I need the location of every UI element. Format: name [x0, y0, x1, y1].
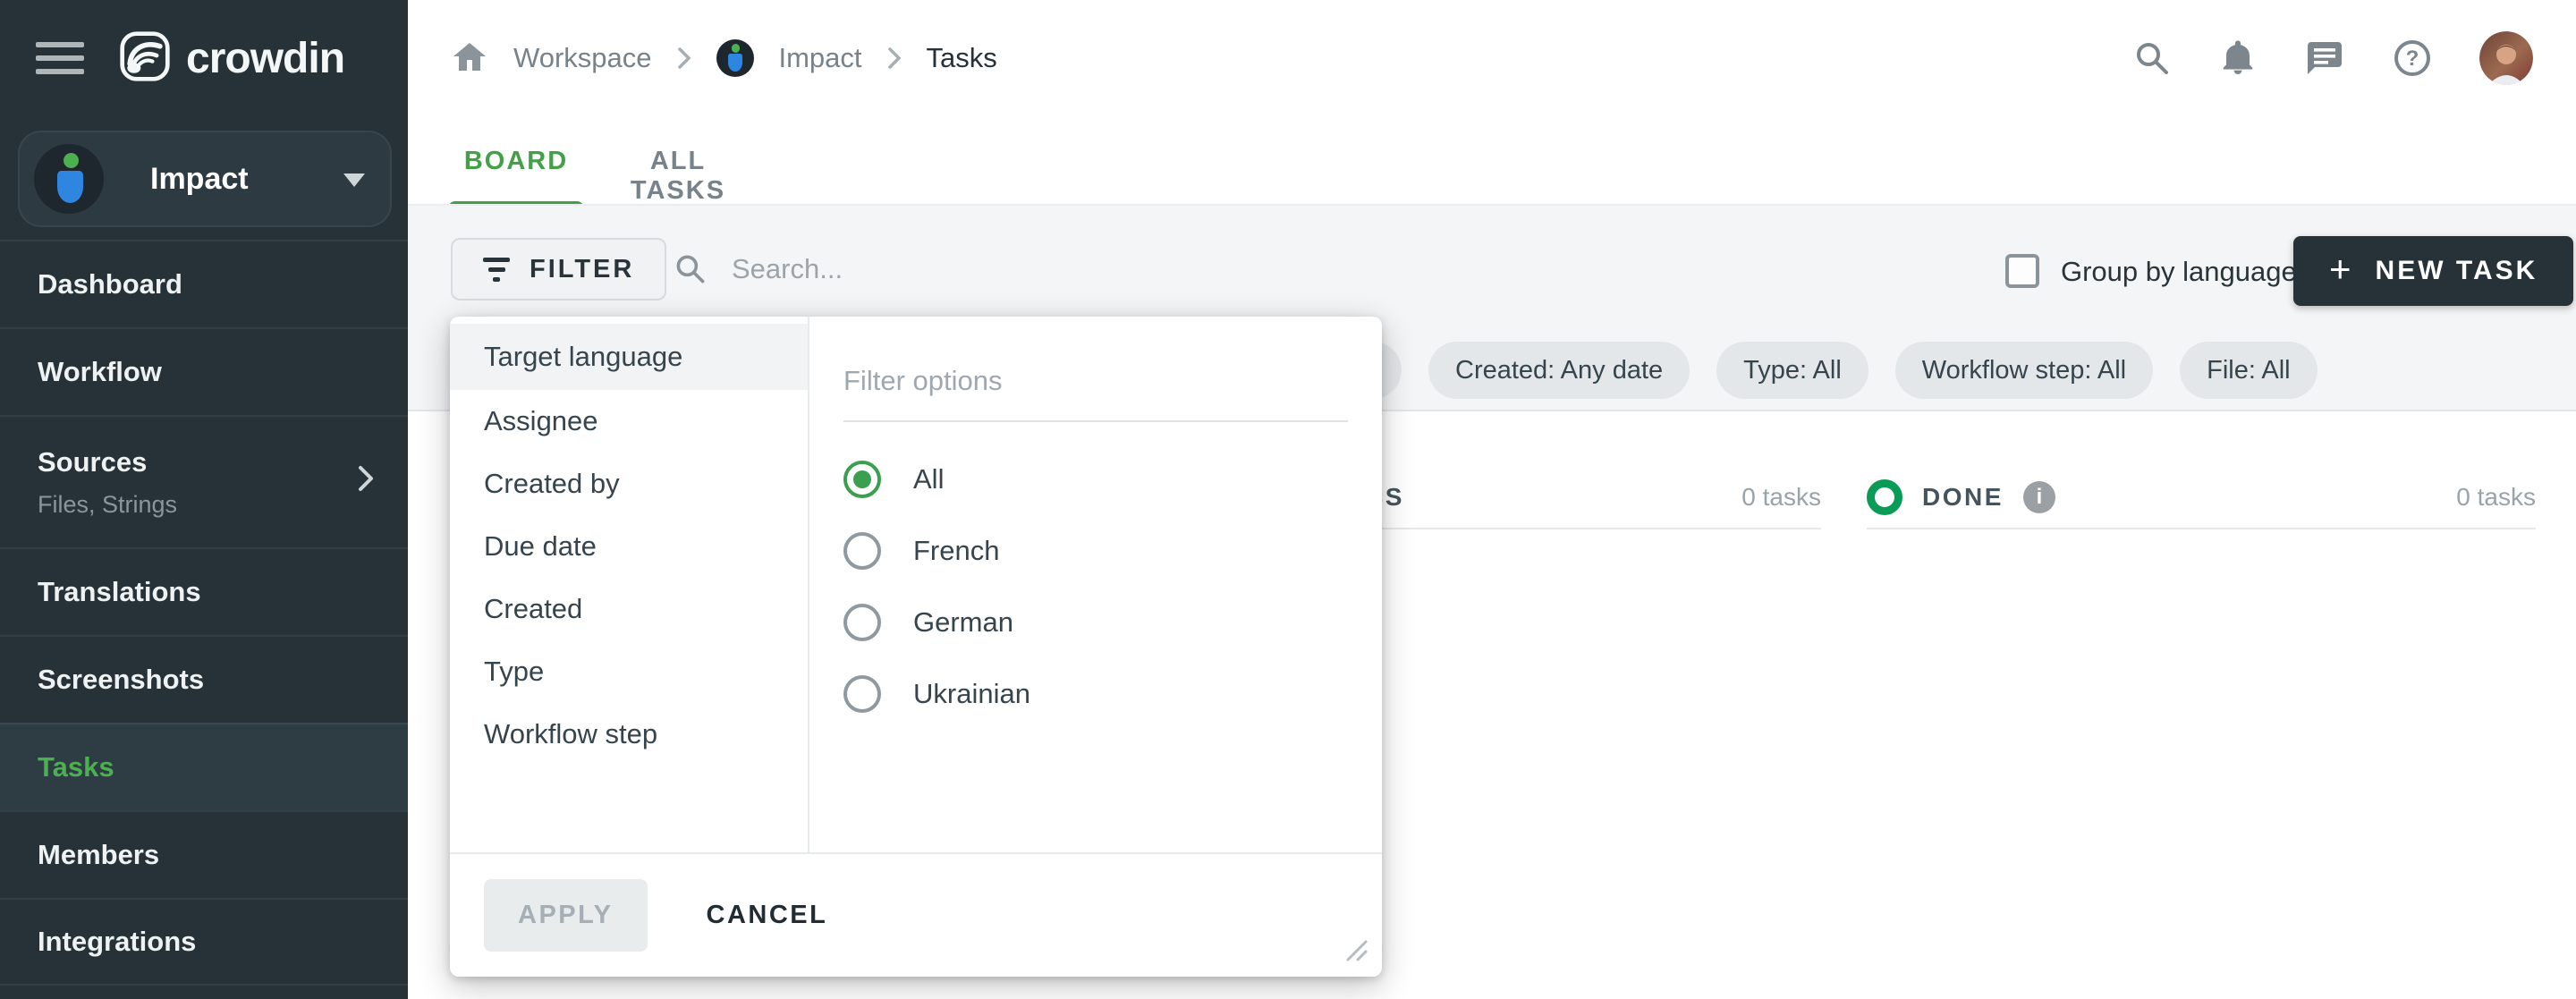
messages-chat-icon[interactable]	[2304, 38, 2345, 79]
topbar: Workspace Impact Tasks ?	[408, 0, 2576, 116]
apply-button[interactable]: APPLY	[484, 879, 648, 952]
filter-category-target-language[interactable]: Target language	[450, 324, 808, 390]
project-switcher[interactable]: Impact	[18, 131, 392, 227]
option-ukrainian[interactable]: Ukrainian	[843, 658, 1348, 730]
filter-chip-file[interactable]: File: All	[2180, 342, 2317, 399]
sidebar-item-workflow[interactable]: Workflow	[0, 327, 408, 415]
search-icon	[673, 251, 708, 287]
filter-chip-workflow-step[interactable]: Workflow step: All	[1895, 342, 2153, 399]
chevron-down-icon	[343, 174, 365, 187]
task-search	[673, 241, 1233, 297]
breadcrumb-current-page: Tasks	[927, 42, 997, 74]
notifications-bell-icon[interactable]	[2218, 38, 2258, 78]
filter-category-due-date[interactable]: Due date	[450, 515, 808, 578]
filter-popover-body: Target language Assignee Created by Due …	[450, 317, 1382, 852]
group-by-language-label: Group by language	[2061, 256, 2297, 288]
cancel-button[interactable]: CANCEL	[707, 901, 828, 930]
filter-popover: Target language Assignee Created by Due …	[450, 317, 1382, 977]
help-icon[interactable]: ?	[2392, 38, 2433, 79]
option-all[interactable]: All	[843, 444, 1348, 515]
sidebar-item-members[interactable]: Members	[0, 810, 408, 898]
sidebar-item-sources[interactable]: Sources Files, Strings	[0, 415, 408, 547]
filter-category-assignee[interactable]: Assignee	[450, 390, 808, 453]
search-input[interactable]	[732, 253, 1233, 285]
filter-category-created-by[interactable]: Created by	[450, 453, 808, 515]
option-german[interactable]: German	[843, 587, 1348, 658]
breadcrumb: Workspace Impact Tasks	[408, 39, 997, 77]
column-task-count: 0 tasks	[1741, 483, 1821, 512]
filter-icon	[483, 258, 510, 282]
column-header: DONE i 0 tasks	[1867, 467, 2536, 529]
breadcrumb-project-avatar	[716, 39, 754, 77]
tab-all-tasks[interactable]: ALL TASKS	[608, 147, 748, 206]
crowdin-logo-text: crowdin	[186, 34, 344, 83]
sidebar-item-integrations[interactable]: Integrations	[0, 898, 408, 986]
view-tabs: BOARD ALL TASKS	[408, 116, 2576, 204]
crowdin-tasks-page: crowdin Impact Dashboard Workflow Source…	[0, 0, 2576, 999]
sidebar: crowdin Impact Dashboard Workflow Source…	[0, 0, 408, 999]
user-avatar[interactable]	[2479, 31, 2533, 85]
info-icon[interactable]: i	[2023, 481, 2055, 513]
filter-category-created[interactable]: Created	[450, 578, 808, 640]
project-avatar	[34, 144, 104, 214]
search-icon[interactable]	[2132, 38, 2172, 78]
new-task-button[interactable]: + NEW TASK	[2293, 236, 2573, 306]
filter-category-workflow-step[interactable]: Workflow step	[450, 703, 808, 766]
filter-chip-created[interactable]: Created: Any date	[1428, 342, 1690, 399]
radio-icon	[843, 675, 881, 713]
filter-category-list: Target language Assignee Created by Due …	[450, 317, 809, 852]
home-icon[interactable]	[451, 39, 488, 77]
filter-chip-type[interactable]: Type: All	[1716, 342, 1868, 399]
resize-grip-icon[interactable]	[1343, 936, 1368, 966]
chevron-right-icon	[358, 465, 374, 499]
group-by-language-checkbox[interactable]	[2005, 254, 2039, 288]
column-title: DONE	[1922, 483, 2004, 512]
radio-icon	[843, 532, 881, 570]
chevron-right-icon	[887, 47, 902, 70]
sidebar-header: crowdin	[0, 0, 408, 116]
option-french[interactable]: French	[843, 515, 1348, 587]
crowdin-logo[interactable]: crowdin	[118, 30, 344, 88]
plus-icon: +	[2329, 250, 2354, 288]
sources-subtitle: Files, Strings	[38, 491, 370, 519]
sidebar-item-translations[interactable]: Translations	[0, 547, 408, 635]
done-status-icon	[1867, 479, 1902, 515]
radio-selected-icon	[843, 461, 881, 498]
sidebar-item-dashboard[interactable]: Dashboard	[0, 240, 408, 327]
sidebar-item-screenshots[interactable]: Screenshots	[0, 635, 408, 723]
topbar-icons: ?	[2132, 31, 2576, 85]
sidebar-item-tasks[interactable]: Tasks	[0, 723, 408, 810]
column-task-count: 0 tasks	[2456, 483, 2536, 512]
crowdin-mark-icon	[118, 30, 172, 88]
filter-options-input[interactable]	[843, 365, 1348, 422]
board-column-done: DONE i 0 tasks	[1867, 467, 2536, 529]
filter-popover-footer: APPLY CANCEL	[450, 852, 1382, 977]
filter-button[interactable]: FILTER	[451, 238, 666, 301]
filter-chips-row: Created: Any date Type: All Workflow ste…	[1294, 342, 2318, 399]
language-options: All French German Ukrainian	[843, 444, 1348, 730]
svg-text:?: ?	[2406, 47, 2419, 71]
tab-board[interactable]: BOARD	[448, 147, 584, 176]
hamburger-menu-icon[interactable]	[36, 42, 84, 74]
breadcrumb-workspace[interactable]: Workspace	[513, 42, 652, 74]
project-name: Impact	[150, 162, 249, 197]
radio-icon	[843, 604, 881, 641]
sidebar-menu: Dashboard Workflow Sources Files, String…	[0, 240, 408, 986]
breadcrumb-project[interactable]: Impact	[779, 42, 862, 74]
filter-category-type[interactable]: Type	[450, 640, 808, 703]
chevron-right-icon	[677, 47, 691, 70]
filter-options-panel: All French German Ukrainian	[809, 317, 1382, 852]
